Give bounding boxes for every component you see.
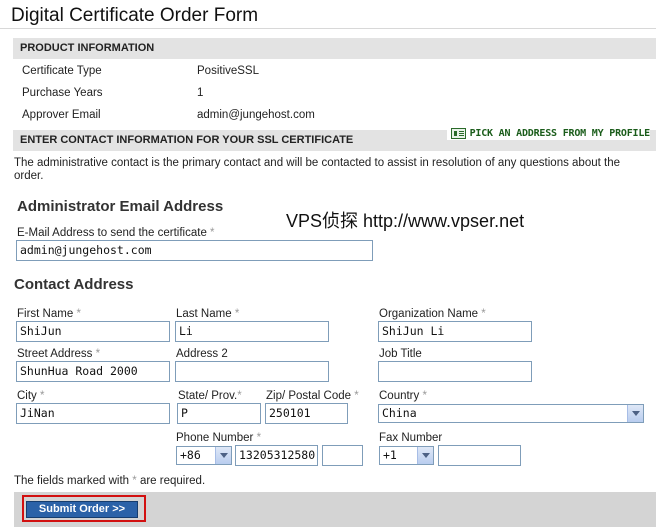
- phone-ext-input[interactable]: [322, 445, 363, 466]
- contact-address-heading: Contact Address: [14, 276, 134, 293]
- product-info-header: PRODUCT INFORMATION: [13, 38, 656, 59]
- phone-number-input[interactable]: 13205312580: [235, 445, 318, 466]
- contact-description: The administrative contact is the primar…: [14, 157, 620, 182]
- city-label: City *: [17, 390, 45, 402]
- address2-label: Address 2: [176, 348, 228, 360]
- required-fields-note: The fields marked with * are required.: [14, 475, 206, 487]
- last-name-label: Last Name *: [176, 308, 240, 320]
- address2-input[interactable]: [175, 361, 329, 382]
- fax-code-select[interactable]: +1: [379, 446, 434, 465]
- fax-code-dropdown-arrow-icon[interactable]: [417, 447, 433, 464]
- phone-label: Phone Number *: [176, 432, 262, 444]
- street-address-input[interactable]: ShunHua Road 2000: [16, 361, 170, 382]
- organization-label: Organization Name *: [379, 308, 486, 320]
- address-card-icon: [450, 127, 466, 139]
- phone-code-dropdown-arrow-icon[interactable]: [215, 447, 231, 464]
- pick-address-label: PICK AN ADDRESS FROM MY PROFILE: [469, 127, 651, 139]
- admin-email-input[interactable]: admin@jungehost.com: [16, 240, 373, 261]
- certificate-type-label: Certificate Type: [22, 65, 102, 77]
- organization-input[interactable]: ShiJun Li: [378, 321, 532, 342]
- purchase-years-label: Purchase Years: [22, 87, 103, 99]
- title-divider: [0, 28, 656, 29]
- country-dropdown-arrow-icon[interactable]: [627, 405, 643, 422]
- purchase-years-value: 1: [197, 87, 204, 99]
- first-name-label: First Name *: [17, 308, 81, 320]
- last-name-input[interactable]: Li: [175, 321, 329, 342]
- pick-address-link[interactable]: PICK AN ADDRESS FROM MY PROFILE: [446, 126, 651, 140]
- certificate-type-value: PositiveSSL: [197, 65, 260, 77]
- watermark-text: VPS侦探 http://www.vpser.net: [286, 211, 525, 231]
- state-label: State/ Prov.*: [178, 390, 242, 402]
- approver-email-value: admin@jungehost.com: [197, 109, 315, 121]
- first-name-input[interactable]: ShiJun: [16, 321, 170, 342]
- state-input[interactable]: P: [177, 403, 261, 424]
- approver-email-label: Approver Email: [22, 109, 101, 121]
- zip-input[interactable]: 250101: [265, 403, 348, 424]
- country-select[interactable]: China: [378, 404, 644, 423]
- phone-code-select[interactable]: +86: [176, 446, 232, 465]
- fax-label: Fax Number: [379, 432, 443, 444]
- fax-number-input[interactable]: [438, 445, 521, 466]
- phone-code-value: +86: [180, 448, 201, 462]
- street-address-label: Street Address *: [17, 348, 101, 360]
- page-title: Digital Certificate Order Form: [11, 5, 259, 26]
- admin-email-label: E-Mail Address to send the certificate *: [17, 227, 215, 239]
- zip-label: Zip/ Postal Code *: [266, 390, 359, 402]
- country-selected-value: China: [382, 406, 417, 420]
- job-title-label: Job Title: [379, 348, 422, 360]
- country-label: Country *: [379, 390, 427, 402]
- admin-email-heading: Administrator Email Address: [17, 198, 224, 215]
- submit-order-button[interactable]: Submit Order >>: [26, 501, 138, 518]
- job-title-input[interactable]: [378, 361, 532, 382]
- city-input[interactable]: JiNan: [16, 403, 170, 424]
- fax-code-value: +1: [383, 448, 397, 462]
